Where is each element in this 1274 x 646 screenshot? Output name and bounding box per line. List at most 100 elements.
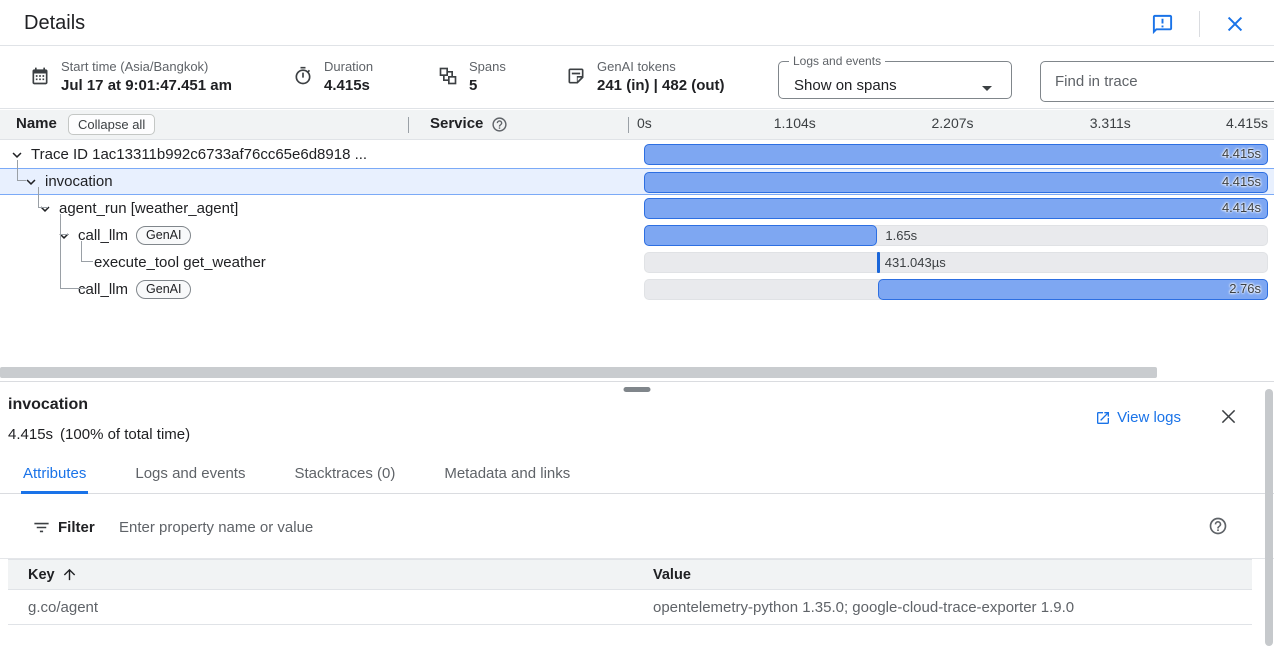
span-bar[interactable] [877,252,880,273]
span-bar[interactable]: 4.414s [644,198,1268,219]
tab-metadata-and-links[interactable]: Metadata and links [442,456,572,494]
chevron-down-icon[interactable] [55,227,73,245]
stat-value: 4.415s [324,77,373,94]
span-duration-label: 4.415s [1222,145,1261,163]
filter-help-icon[interactable] [1208,516,1228,536]
timer-icon [293,66,313,94]
open-in-new-icon [1095,410,1111,426]
stat-label: Spans [469,59,506,74]
span-bar[interactable]: 4.415s [644,172,1268,193]
axis-tick: 0s [637,115,652,131]
stat-value: Jul 17 at 9:01:47.451 am [61,77,232,94]
calendar-icon [30,66,50,94]
page-title: Details [24,12,85,35]
view-logs-link[interactable]: View logs [1095,409,1181,426]
column-header-key[interactable]: Key [8,566,653,583]
timeline-track [644,252,1268,273]
span-name: invocation [45,173,113,190]
genai-tokens-icon [566,66,586,94]
vertical-scrollbar[interactable] [1265,389,1273,646]
genai-badge: GenAI [136,280,191,299]
stat-value: 5 [469,77,506,94]
tab-logs-and-events[interactable]: Logs and events [133,456,247,494]
panel-duration-line: 4.415s(100% of total time) [8,426,190,443]
stat-label: GenAI tokens [597,59,725,74]
panel-title: invocation [8,396,88,414]
attributes-filter-bar: Filter [0,495,1274,559]
span-duration-label: 431.043µs [885,252,946,273]
trace-table-header: Name Collapse all Service 0s 1.104s 2.20… [0,110,1274,140]
axis-tick: 4.415s [1226,115,1268,131]
span-name: call_llm [78,281,128,298]
chevron-down-icon[interactable] [22,173,40,191]
trace-summary-toolbar: Start time (Asia/Bangkok) Jul 17 at 9:01… [0,46,1274,109]
stat-genai-tokens: GenAI tokens 241 (in) | 482 (out) [566,59,725,94]
logs-events-dropdown[interactable]: Logs and events Show on spans [778,54,1012,99]
span-row-agent-run[interactable]: agent_run [weather_agent] 4.414s [0,195,1274,222]
axis-tick: 1.104s [774,115,816,131]
panel-duration-note: (100% of total time) [60,426,190,443]
attributes-table: Key Value g.co/agent opentelemetry-pytho… [8,559,1252,625]
column-header-service: Service [430,115,483,132]
column-header-value: Value [653,567,691,583]
span-row-execute-tool[interactable]: execute_tool get_weather 431.043µs [0,249,1274,276]
attribute-key: g.co/agent [8,599,653,616]
stat-start-time: Start time (Asia/Bangkok) Jul 17 at 9:01… [30,59,232,94]
axis-tick: 3.311s [1090,115,1131,131]
column-header-name: Name [16,115,57,132]
filter-input[interactable] [119,513,1019,541]
header-divider [1199,11,1200,37]
chevron-down-icon[interactable] [8,146,26,164]
column-divider[interactable] [408,117,409,133]
stat-label: Duration [324,59,373,74]
span-row-call-llm-1[interactable]: call_llm GenAI 1.65s [0,222,1274,249]
view-logs-label: View logs [1117,409,1181,426]
panel-tabs: Attributes Logs and events Stacktraces (… [0,456,1274,494]
attribute-value: opentelemetry-python 1.35.0; google-clou… [653,599,1074,616]
attributes-table-header: Key Value [8,559,1252,590]
span-duration-label: 1.65s [885,225,917,246]
key-header-label: Key [28,567,55,583]
span-row-trace-id[interactable]: Trace ID 1ac13311b992c6733af76cc65e6d891… [0,141,1274,168]
span-bar[interactable] [644,225,877,246]
stat-value: 241 (in) | 482 (out) [597,77,725,94]
spans-icon [438,66,458,94]
attribute-row: g.co/agent opentelemetry-python 1.35.0; … [8,590,1252,625]
span-name: agent_run [weather_agent] [59,200,238,217]
stat-spans: Spans 5 [438,59,506,94]
timeline-axis: 0s 1.104s 2.207s 3.311s 4.415s [637,115,1268,135]
span-detail-panel: invocation 4.415s(100% of total time) Vi… [0,381,1274,646]
horizontal-scrollbar[interactable] [0,367,1157,378]
span-duration-label: 4.415s [1222,173,1261,191]
panel-close-icon[interactable] [1218,406,1239,427]
find-in-trace-input[interactable] [1040,61,1274,102]
details-header: Details [0,0,1274,46]
stat-duration: Duration 4.415s [293,59,373,94]
collapse-all-button[interactable]: Collapse all [68,114,155,135]
trace-details-view: Details Start time (Asia/Bangkok) Jul 17… [0,0,1274,646]
service-help-icon[interactable] [491,116,508,133]
logs-events-selected-value: Show on spans [794,77,897,94]
logs-events-legend: Logs and events [789,54,885,68]
span-bar[interactable]: 4.415s [644,144,1268,165]
stat-label: Start time (Asia/Bangkok) [61,59,232,74]
genai-badge: GenAI [136,226,191,245]
span-name: execute_tool get_weather [94,254,266,271]
span-row-call-llm-2[interactable]: call_llm GenAI 2.76s [0,276,1274,303]
chevron-down-icon[interactable] [36,200,54,218]
close-icon[interactable] [1224,13,1246,35]
panel-resize-handle[interactable] [624,387,651,392]
span-name: Trace ID 1ac13311b992c6733af76cc65e6d891… [31,146,367,163]
span-name: call_llm [78,227,128,244]
tab-stacktraces[interactable]: Stacktraces (0) [292,456,397,494]
tab-attributes[interactable]: Attributes [21,456,88,494]
sort-ascending-icon[interactable] [61,566,78,583]
filter-label: Filter [58,519,95,536]
span-duration-label: 4.414s [1222,199,1261,217]
filter-icon [32,518,51,537]
feedback-icon[interactable] [1151,13,1174,36]
span-duration-label: 2.76s [1229,280,1261,298]
span-row-invocation[interactable]: invocation 4.415s [0,168,1274,195]
column-divider[interactable] [628,117,629,133]
span-bar[interactable]: 2.76s [878,279,1268,300]
